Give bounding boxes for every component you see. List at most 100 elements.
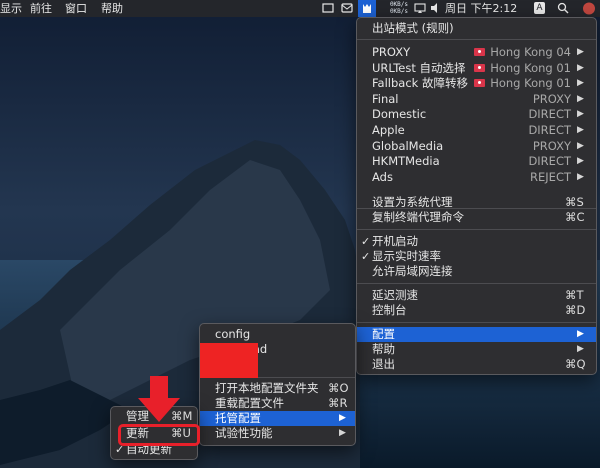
- proxy-group-item[interactable]: URLTest 自动选择 Hong Kong 01 ▶: [357, 61, 596, 76]
- proxy-group-item[interactable]: GlobalMedia PROXY ▶: [357, 139, 596, 154]
- chevron-right-icon: ▶: [577, 156, 584, 167]
- dashboard-item[interactable]: 控制台 ⌘D: [357, 303, 596, 318]
- open-config-folder-item[interactable]: 打开本地配置文件夹 ⌘O: [200, 381, 355, 396]
- proxy-selection-label: DIRECT: [528, 154, 571, 169]
- proxy-selection: DIRECT: [528, 123, 571, 138]
- shortcut-label: ⌘S: [565, 195, 584, 209]
- config-file-item[interactable]: config: [200, 327, 355, 342]
- proxy-group-label: URLTest 自动选择: [372, 60, 466, 75]
- annotation-arrow-icon: [138, 376, 180, 422]
- download-speed: 0KB/s: [389, 8, 408, 15]
- quit-label: 退出: [372, 357, 395, 371]
- config-item[interactable]: 配置 ▶: [357, 327, 596, 342]
- clashx-status-icon[interactable]: [358, 0, 376, 17]
- copy-terminal-command-item[interactable]: 复制终端代理命令 ⌘C: [357, 210, 596, 225]
- shortcut-label: ⌘T: [565, 288, 584, 302]
- chevron-right-icon: ▶: [577, 93, 584, 104]
- menu-bar: 显示 前往 窗口 帮助 0KB/s 0KB/s 周日 下午2:12 A: [0, 0, 600, 17]
- chevron-right-icon: ▶: [577, 109, 584, 120]
- menubar-clock[interactable]: 周日 下午2:12: [445, 0, 517, 17]
- checkmark-icon: ✓: [361, 235, 371, 248]
- proxy-group-item[interactable]: Apple DIRECT ▶: [357, 123, 596, 138]
- proxy-group-item[interactable]: Domestic DIRECT ▶: [357, 107, 596, 122]
- reload-config-item[interactable]: 重载配置文件 ⌘R: [200, 396, 355, 411]
- chevron-right-icon: ▶: [577, 62, 584, 73]
- redaction-block: [200, 343, 258, 378]
- speed-indicator: 0KB/s 0KB/s: [384, 1, 408, 16]
- separator: [357, 283, 596, 284]
- clashx-main-menu: 出站模式 (规则) 设置为系统代理 ⌘S 复制终端代理命令 ⌘C ✓ 开机启动 …: [356, 17, 597, 375]
- annotation-highlight-box: [118, 424, 200, 446]
- config-submenu: config ✓ blinkload 打开本地配置文件夹 ⌘O 重载配置文件 ⌘…: [199, 323, 356, 446]
- mail-icon[interactable]: [341, 2, 353, 14]
- proxy-selection: Hong Kong 04: [474, 45, 571, 60]
- allow-lan-label: 允许局域网连接: [372, 264, 453, 278]
- hong-kong-flag-icon: [474, 79, 486, 88]
- chevron-right-icon: ▶: [577, 78, 584, 89]
- copy-terminal-command-label: 复制终端代理命令: [372, 210, 464, 224]
- proxy-group-item[interactable]: Ads REJECT ▶: [357, 170, 596, 185]
- separator: [357, 229, 596, 230]
- config-file-label: config: [215, 327, 251, 341]
- proxy-selection: Hong Kong 01: [474, 61, 571, 76]
- experimental-features-label: 试验性功能: [215, 426, 273, 440]
- allow-lan-item[interactable]: 允许局域网连接: [357, 264, 596, 279]
- quit-item[interactable]: 退出 ⌘Q: [357, 357, 596, 372]
- proxy-group-label: Final: [372, 91, 399, 106]
- chevron-right-icon: ▶: [577, 329, 584, 339]
- chevron-right-icon: ▶: [577, 47, 584, 57]
- chevron-right-icon: ▶: [339, 413, 346, 423]
- proxy-group-label: Ads: [372, 169, 393, 184]
- menubar-item-view[interactable]: 显示: [0, 0, 22, 17]
- shortcut-label: ⌘C: [565, 210, 585, 224]
- proxy-selection-label: REJECT: [530, 169, 571, 184]
- proxy-group-item[interactable]: Final PROXY ▶: [357, 92, 596, 107]
- proxy-group-label: Apple: [372, 123, 405, 137]
- set-system-proxy-label: 设置为系统代理: [372, 195, 453, 209]
- experimental-features-item[interactable]: 试验性功能 ▶: [200, 426, 355, 441]
- input-method-icon[interactable]: A: [534, 2, 545, 14]
- proxy-group-item[interactable]: PROXY Hong Kong 04 ▶: [357, 45, 596, 60]
- proxy-group-item[interactable]: Fallback 故障转移 Hong Kong 01 ▶: [357, 76, 596, 91]
- proxy-group-item[interactable]: HKMTMedia DIRECT ▶: [357, 154, 596, 169]
- proxy-selection: Hong Kong 01: [474, 76, 571, 91]
- proxy-selection-label: DIRECT: [528, 107, 571, 122]
- proxy-selection: DIRECT: [528, 107, 571, 122]
- chevron-right-icon: ▶: [577, 344, 584, 354]
- config-label: 配置: [372, 327, 395, 341]
- search-icon[interactable]: [557, 2, 569, 14]
- proxy-group-label: HKMTMedia: [372, 154, 440, 169]
- show-speed-label: 显示实时速率: [372, 249, 441, 263]
- proxy-group-label: Fallback 故障转移: [372, 76, 468, 91]
- chevron-right-icon: ▶: [577, 171, 584, 182]
- hong-kong-flag-icon: [474, 48, 486, 56]
- managed-config-item[interactable]: 托管配置 ▶: [200, 411, 355, 426]
- menubar-item-window[interactable]: 窗口: [65, 0, 87, 17]
- set-system-proxy-item[interactable]: 设置为系统代理 ⌘S: [357, 195, 596, 210]
- proxy-selection: DIRECT: [528, 154, 571, 169]
- help-item[interactable]: 帮助 ▶: [357, 342, 596, 357]
- menubar-item-go[interactable]: 前往: [30, 0, 52, 17]
- control-center-icon[interactable]: [582, 2, 596, 15]
- managed-config-label: 托管配置: [215, 411, 261, 425]
- proxy-selection-label: Hong Kong 01: [490, 76, 571, 91]
- proxy-selection: REJECT: [530, 170, 571, 185]
- volume-icon[interactable]: [430, 2, 442, 14]
- cast-icon[interactable]: [414, 2, 426, 14]
- checkmark-icon: ✓: [361, 250, 371, 263]
- launch-at-login-item[interactable]: ✓ 开机启动: [357, 234, 596, 249]
- proxy-group-label: Domestic: [372, 107, 427, 122]
- separator: [357, 322, 596, 323]
- outbound-mode-item[interactable]: 出站模式 (规则): [357, 21, 596, 36]
- dashboard-label: 控制台: [372, 303, 407, 317]
- latency-test-item[interactable]: 延迟测速 ⌘T: [357, 288, 596, 303]
- open-config-folder-label: 打开本地配置文件夹: [215, 381, 319, 395]
- upload-speed: 0KB/s: [389, 1, 408, 8]
- proxy-selection: PROXY: [533, 92, 571, 107]
- help-label: 帮助: [372, 342, 395, 356]
- show-speed-item[interactable]: ✓ 显示实时速率: [357, 249, 596, 264]
- screen-icon[interactable]: [322, 2, 334, 14]
- menubar-item-help[interactable]: 帮助: [101, 0, 123, 17]
- chevron-right-icon: ▶: [577, 140, 584, 151]
- proxy-selection: PROXY: [533, 139, 571, 154]
